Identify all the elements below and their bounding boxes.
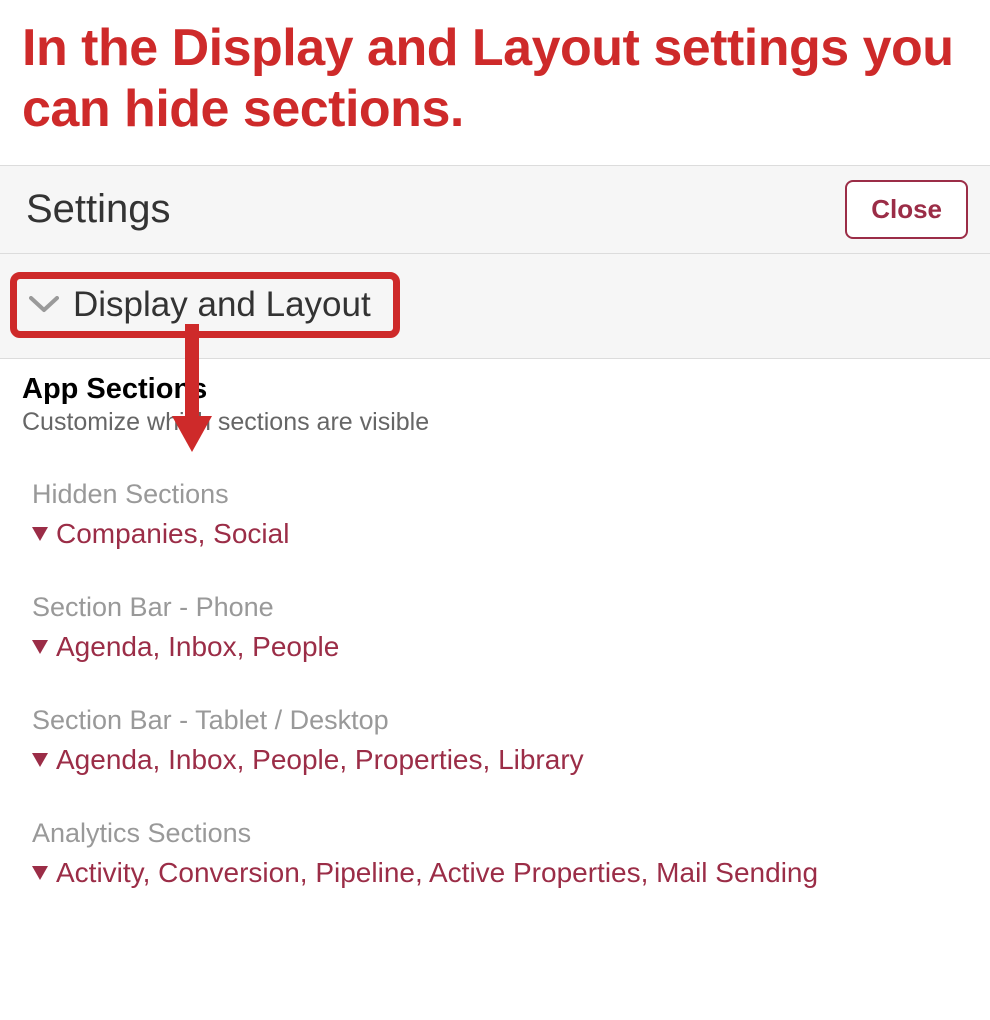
- app-sections-subtitle: Customize which sections are visible: [22, 408, 968, 437]
- section-header-label: Display and Layout: [73, 285, 371, 325]
- section-header-row: Display and Layout: [0, 254, 990, 359]
- group-values-text: Activity, Conversion, Pipeline, Active P…: [56, 857, 818, 889]
- triangle-down-icon: [32, 527, 48, 541]
- group-value-row[interactable]: Companies, Social: [32, 518, 968, 550]
- group-values-text: Agenda, Inbox, People, Properties, Libra…: [56, 744, 584, 776]
- group-value-row[interactable]: Activity, Conversion, Pipeline, Active P…: [32, 857, 968, 889]
- caption-text: In the Display and Layout settings you c…: [22, 18, 968, 141]
- triangle-down-icon: [32, 866, 48, 880]
- group-value-row[interactable]: Agenda, Inbox, People, Properties, Libra…: [32, 744, 968, 776]
- settings-header-bar: Settings Close: [0, 165, 990, 254]
- content-area: App Sections Customize which sections ar…: [0, 359, 990, 889]
- group-section-bar-phone: Section Bar - Phone Agenda, Inbox, Peopl…: [22, 592, 968, 663]
- triangle-down-icon: [32, 640, 48, 654]
- group-values-text: Companies, Social: [56, 518, 289, 550]
- group-label: Section Bar - Tablet / Desktop: [32, 705, 968, 736]
- display-layout-toggle[interactable]: Display and Layout: [10, 272, 400, 338]
- group-hidden-sections: Hidden Sections Companies, Social: [22, 479, 968, 550]
- group-values-text: Agenda, Inbox, People: [56, 631, 339, 663]
- instruction-caption: In the Display and Layout settings you c…: [0, 0, 990, 165]
- group-section-bar-desktop: Section Bar - Tablet / Desktop Agenda, I…: [22, 705, 968, 776]
- chevron-down-icon: [29, 296, 59, 314]
- group-value-row[interactable]: Agenda, Inbox, People: [32, 631, 968, 663]
- app-sections-title: App Sections: [22, 373, 968, 406]
- group-label: Hidden Sections: [32, 479, 968, 510]
- group-analytics-sections: Analytics Sections Activity, Conversion,…: [22, 818, 968, 889]
- group-label: Analytics Sections: [32, 818, 968, 849]
- close-button[interactable]: Close: [845, 180, 968, 239]
- group-label: Section Bar - Phone: [32, 592, 968, 623]
- settings-title: Settings: [26, 187, 171, 232]
- triangle-down-icon: [32, 753, 48, 767]
